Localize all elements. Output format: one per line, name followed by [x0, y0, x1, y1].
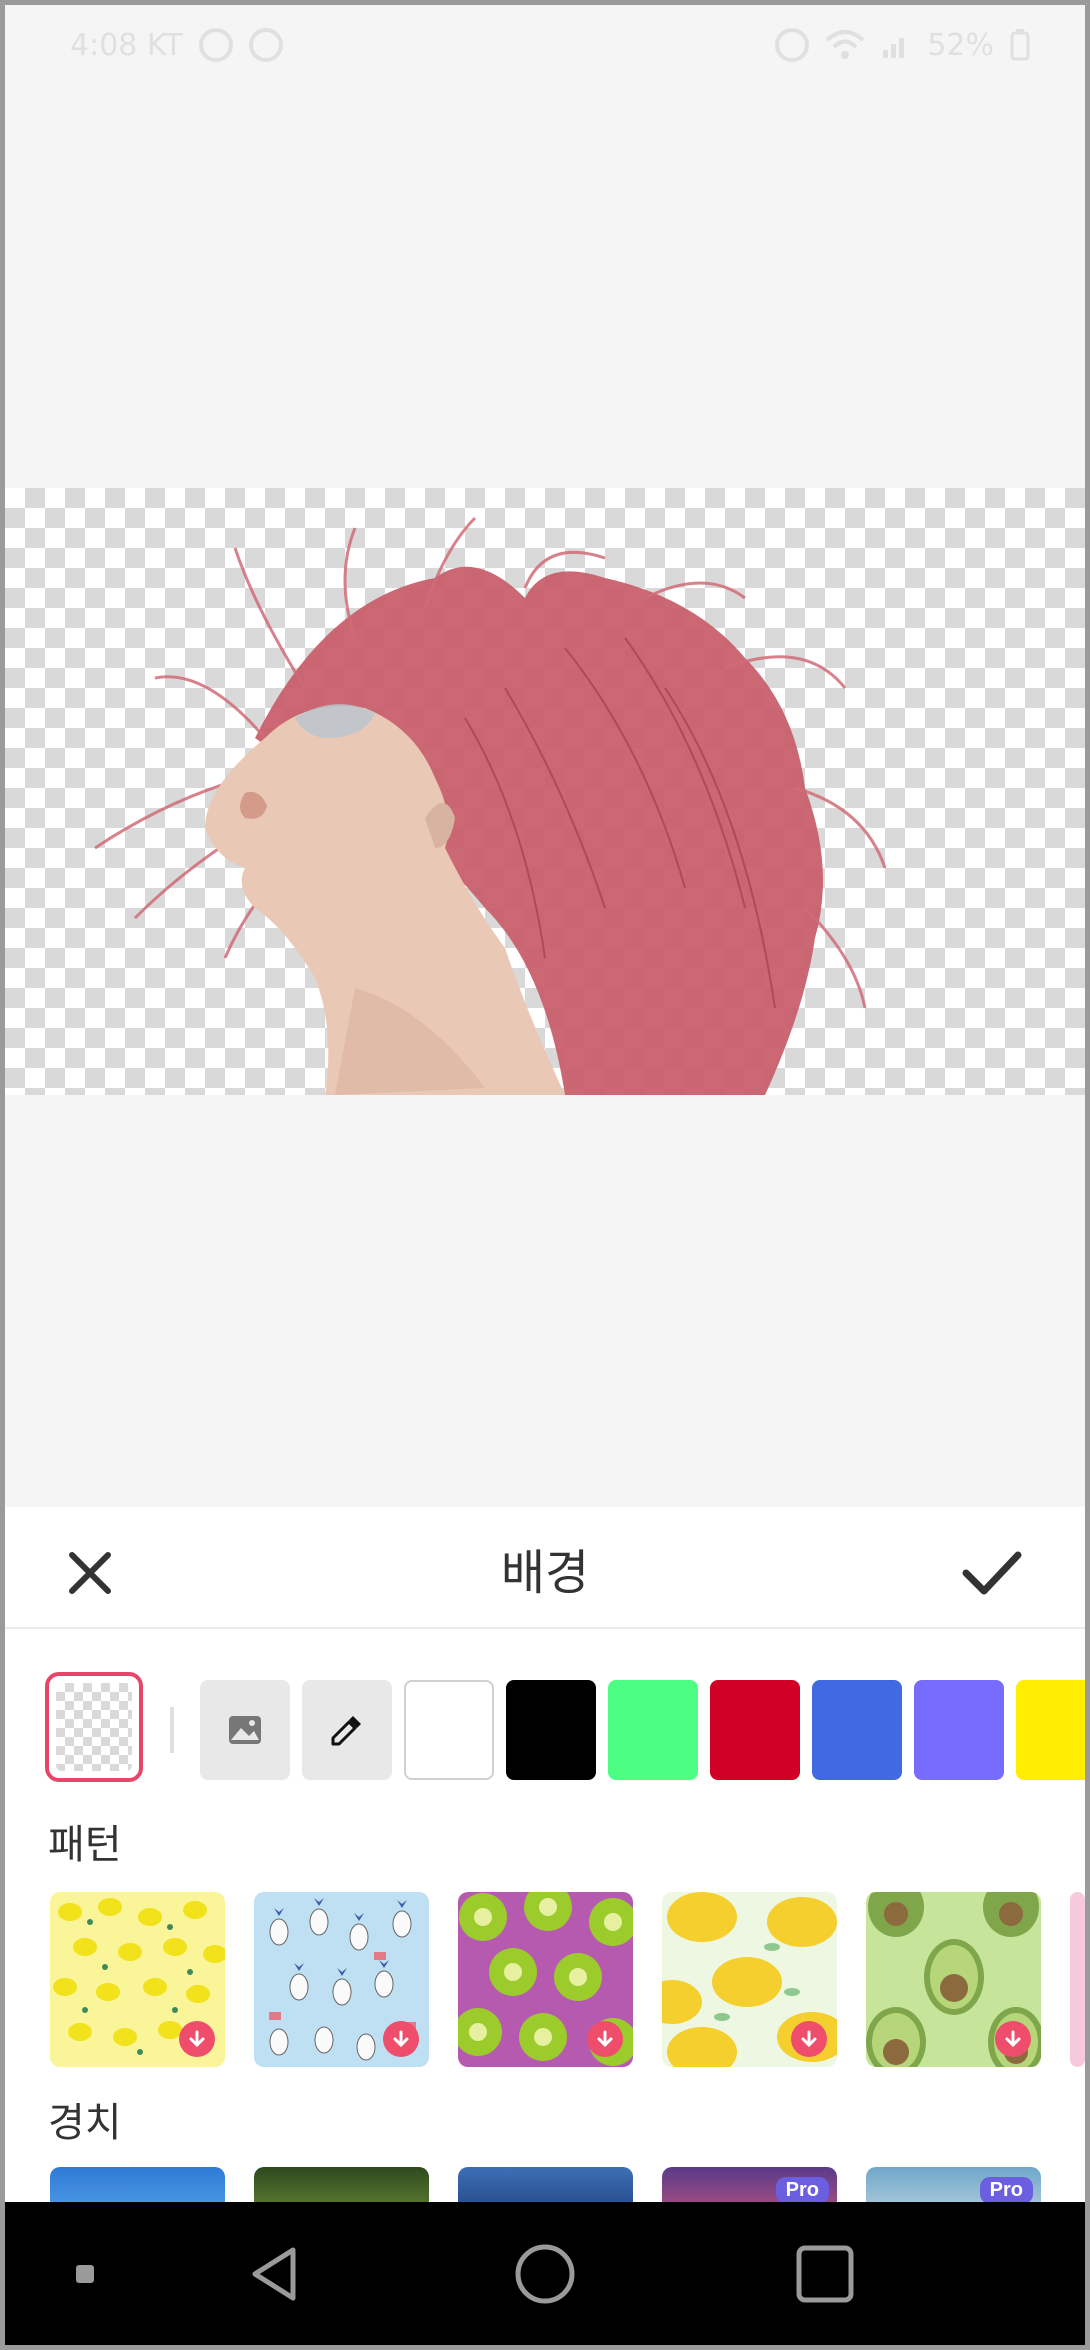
color-swatch-black[interactable] — [506, 1680, 596, 1780]
status-bar: 4:08 KT 52% — [0, 0, 1090, 90]
pattern-tile-lemon[interactable] — [50, 1892, 225, 2067]
sheet-title: 배경 — [500, 1545, 590, 1601]
download-badge — [995, 2021, 1031, 2057]
system-navigation-bar — [5, 2202, 1085, 2345]
sheet-header: 배경 — [5, 1507, 1085, 1629]
nav-back-button[interactable] — [225, 2202, 325, 2345]
nav-menu-button[interactable] — [45, 2202, 125, 2345]
recents-square-icon — [796, 2245, 854, 2302]
close-button[interactable] — [60, 1543, 120, 1603]
back-triangle-icon — [252, 2247, 296, 2300]
pattern-tile-kiwi[interactable] — [458, 1892, 633, 2067]
color-swatch-blue[interactable] — [812, 1680, 902, 1780]
color-swatch-green[interactable] — [608, 1680, 698, 1780]
scenery-row: Pro Pro — [5, 2167, 1085, 2202]
close-icon — [69, 1552, 111, 1594]
wifi-icon — [825, 30, 865, 59]
editing-canvas[interactable] — [5, 488, 1085, 1095]
swatch-divider — [170, 1707, 174, 1753]
scenery-tile-sunset[interactable]: Pro — [662, 2167, 837, 2202]
gallery-button[interactable] — [200, 1680, 290, 1780]
settings-notification-icon — [248, 28, 283, 62]
transparent-pattern — [56, 1683, 132, 1771]
pro-badge: Pro — [775, 2177, 829, 2202]
color-swatch-purple[interactable] — [914, 1680, 1004, 1780]
download-badge — [791, 2021, 827, 2057]
battery-icon — [1010, 29, 1030, 61]
subject-cutout-image — [94, 516, 887, 1095]
home-circle-icon — [515, 2244, 575, 2303]
download-badge — [179, 2021, 215, 2057]
nav-home-button[interactable] — [495, 2202, 595, 2345]
scenery-tile-beach[interactable]: Pro — [866, 2167, 1041, 2202]
checkmark-icon — [962, 1551, 1022, 1595]
nav-recents-button[interactable] — [775, 2202, 875, 2345]
signal-icon — [883, 38, 905, 58]
scenery-tile-forest[interactable] — [254, 2167, 429, 2202]
notification-icon — [198, 28, 233, 62]
pro-badge: Pro — [979, 2177, 1033, 2202]
color-swatch-yellow[interactable] — [1016, 1680, 1085, 1780]
status-right: 52% — [775, 28, 1030, 63]
transparent-swatch[interactable] — [45, 1672, 143, 1782]
pattern-tile-partial[interactable] — [1070, 1892, 1085, 2067]
status-time-carrier: 4:08 KT — [70, 27, 183, 63]
scenery-tile-sky[interactable] — [50, 2167, 225, 2202]
scenery-section-label: 경치 — [48, 2100, 122, 2146]
confirm-button[interactable] — [960, 1543, 1024, 1603]
color-swatch-red[interactable] — [710, 1680, 800, 1780]
color-swatch-row — [5, 1672, 1085, 1782]
background-sheet: 배경 패턴 경치 Pro Pro — [5, 1507, 1085, 2202]
eyedropper-button[interactable] — [302, 1680, 392, 1780]
battery-percent: 52% — [927, 27, 994, 63]
scenery-tile-mountain[interactable] — [458, 2167, 633, 2202]
pattern-tile-pineapple[interactable] — [254, 1892, 429, 2067]
download-icon — [597, 2030, 613, 2048]
download-badge — [383, 2021, 419, 2057]
download-icon — [189, 2030, 205, 2048]
pattern-row — [5, 1892, 1085, 2067]
download-icon — [1005, 2030, 1021, 2048]
pattern-section-label: 패턴 — [48, 1822, 122, 1868]
download-icon — [801, 2030, 817, 2048]
square-dot-icon — [76, 2264, 94, 2283]
pattern-tile-big-lemon[interactable] — [662, 1892, 837, 2067]
download-badge — [587, 2021, 623, 2057]
alarm-icon — [775, 28, 810, 62]
eyedropper-icon — [331, 1716, 361, 1746]
download-icon — [393, 2030, 409, 2048]
status-left: 4:08 KT — [70, 28, 283, 63]
pattern-tile-avocado[interactable] — [866, 1892, 1041, 2067]
image-icon — [229, 1716, 261, 1744]
color-swatch-white[interactable] — [404, 1680, 494, 1780]
